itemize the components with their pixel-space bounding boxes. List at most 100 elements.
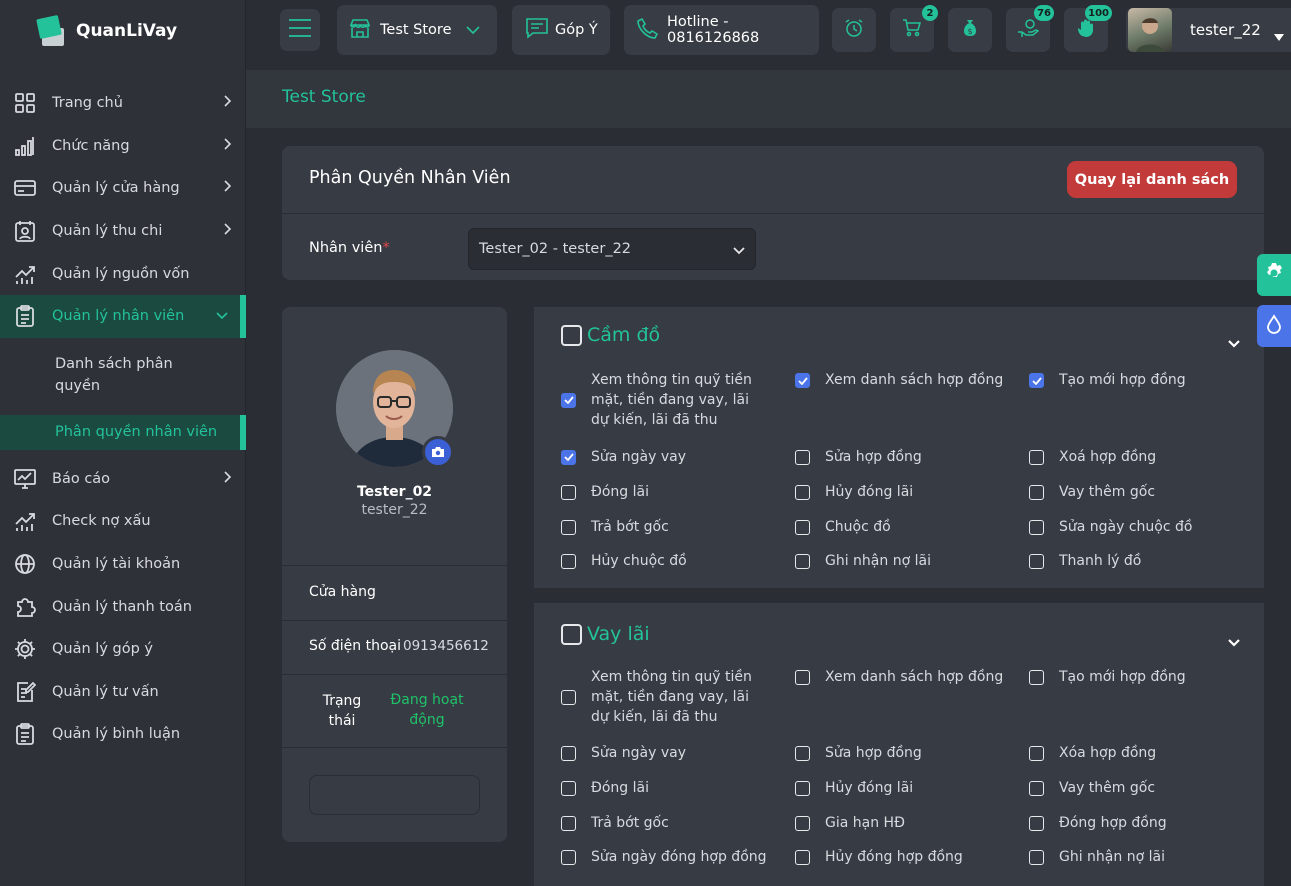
permission-label: Sửa ngày đóng hợp đồng	[591, 849, 767, 865]
permission-checkbox[interactable]	[795, 780, 810, 796]
permission-item[interactable]: Sửa ngày đóng hợp đồng	[561, 847, 771, 867]
permission-checkbox[interactable]	[795, 553, 810, 569]
permission-checkbox[interactable]	[1029, 553, 1044, 569]
permission-checkbox[interactable]	[1029, 670, 1044, 685]
permission-checkbox[interactable]	[561, 689, 576, 705]
permission-item[interactable]: Xem danh sách hợp đồng	[795, 370, 1005, 390]
permission-checkbox[interactable]	[561, 745, 576, 761]
permission-item[interactable]: Xóa hợp đồng	[1029, 743, 1239, 763]
sidebar-item-stores[interactable]: Quản lý cửa hàng	[0, 167, 246, 210]
sidebar-item-accounts[interactable]: Quản lý tài khoản	[0, 543, 246, 586]
permission-checkbox[interactable]	[795, 745, 810, 761]
sidebar-item-bad-debt[interactable]: Check nợ xấu	[0, 500, 246, 543]
section-select-all-checkbox[interactable]	[561, 623, 582, 645]
app-logo[interactable]: QuanLiVay	[36, 14, 177, 48]
permission-checkbox[interactable]	[1029, 780, 1044, 796]
permission-checkbox[interactable]	[795, 670, 810, 685]
permission-checkbox[interactable]	[561, 849, 576, 865]
permission-item[interactable]: Đóng hợp đồng	[1029, 813, 1239, 833]
permission-checkbox[interactable]	[795, 373, 810, 388]
permission-item[interactable]: Trả bớt gốc	[561, 517, 771, 537]
permission-item[interactable]: Vay thêm gốc	[1029, 778, 1239, 798]
sidebar-item-payments[interactable]: Quản lý thanh toán	[0, 585, 246, 628]
permission-item[interactable]: Xoá hợp đồng	[1029, 447, 1239, 467]
permission-checkbox[interactable]	[1029, 449, 1044, 465]
settings-tab[interactable]	[1257, 254, 1291, 296]
permission-checkbox[interactable]	[795, 519, 810, 535]
sidebar-item-label: Báo cáo	[52, 470, 111, 487]
permission-checkbox[interactable]	[1029, 815, 1044, 831]
breadcrumb-store[interactable]: Test Store	[282, 87, 366, 107]
change-photo-button[interactable]	[422, 436, 454, 468]
sidebar-item-reports[interactable]: Báo cáo	[0, 458, 246, 501]
permission-item[interactable]: Vay thêm gốc	[1029, 482, 1239, 502]
permission-item[interactable]: Sửa ngày chuộc đồ	[1029, 517, 1239, 537]
permission-label: Ghi nhận nợ lãi	[825, 553, 931, 569]
chevron-down-icon[interactable]	[1228, 333, 1240, 352]
sidebar-item-comments[interactable]: Quản lý bình luận	[0, 713, 246, 756]
permission-checkbox[interactable]	[795, 849, 810, 865]
permission-checkbox[interactable]	[561, 815, 576, 831]
permission-item[interactable]: Hủy đóng lãi	[795, 778, 1005, 798]
permission-checkbox[interactable]	[1029, 519, 1044, 535]
permission-label: Xoá hợp đồng	[1059, 449, 1157, 465]
money-hand-button[interactable]: 76	[1006, 5, 1054, 52]
user-menu[interactable]: tester_22	[1126, 8, 1291, 52]
permission-item[interactable]: Hủy đóng hợp đồng	[795, 847, 1005, 867]
permission-item[interactable]: Tạo mới hợp đồng	[1029, 667, 1239, 687]
permission-item[interactable]: Sửa hợp đồng	[795, 743, 1005, 763]
permission-label: Ghi nhận nợ lãi	[1059, 849, 1165, 865]
permission-item[interactable]: Sửa hợp đồng	[795, 447, 1005, 467]
sidebar-item-feedback[interactable]: Quản lý góp ý	[0, 628, 246, 671]
permission-item[interactable]: Xem thông tin quỹ tiền mặt, tiền đang va…	[561, 370, 771, 430]
chevron-down-icon[interactable]	[1228, 632, 1240, 651]
permission-checkbox[interactable]	[1029, 484, 1044, 500]
permission-checkbox[interactable]	[1029, 745, 1044, 761]
theme-tab[interactable]	[1257, 305, 1291, 347]
permission-checkbox[interactable]	[561, 519, 576, 535]
sidebar-item-capital[interactable]: Quản lý nguồn vốn	[0, 252, 246, 295]
permission-item[interactable]: Ghi nhận nợ lãi	[795, 551, 1005, 571]
permission-checkbox[interactable]	[561, 484, 576, 500]
permission-item[interactable]: Sửa ngày vay	[561, 447, 771, 467]
sidebar-item-staff[interactable]: Quản lý nhân viên	[0, 294, 246, 338]
employee-select[interactable]: Tester_02 - tester_22	[468, 228, 756, 270]
permission-item[interactable]: Hủy chuộc đồ	[561, 551, 771, 571]
sidebar-item-functions[interactable]: Chức năng	[0, 125, 246, 168]
permission-item[interactable]: Tạo mới hợp đồng	[1029, 370, 1239, 390]
permission-checkbox[interactable]	[561, 553, 576, 569]
permission-item[interactable]: Xem danh sách hợp đồng	[795, 667, 1005, 687]
sidebar-subitem-permission-list[interactable]: Danh sách phân quyền	[0, 338, 246, 415]
permission-checkbox[interactable]	[561, 449, 576, 465]
permission-item[interactable]: Xem thông tin quỹ tiền mặt, tiền đang va…	[561, 667, 771, 727]
permission-item[interactable]: Sửa ngày vay	[561, 743, 771, 763]
sidebar-item-home[interactable]: Trang chủ	[0, 82, 246, 125]
permission-checkbox[interactable]	[795, 449, 810, 465]
status-badge: Đang hoạt động	[390, 692, 464, 728]
profile-input[interactable]	[309, 775, 480, 815]
sidebar-item-income-expense[interactable]: Quản lý thu chi	[0, 210, 246, 253]
permission-item[interactable]: Đóng lãi	[561, 778, 771, 798]
permission-item[interactable]: Đóng lãi	[561, 482, 771, 502]
permission-checkbox[interactable]	[561, 392, 576, 408]
profile-card: Tester_02 tester_22 Cửa hàng Số điện tho…	[282, 307, 507, 842]
sidebar-subitem-staff-permission[interactable]: Phân quyền nhân viên	[0, 414, 246, 450]
hand-button[interactable]: 100	[1064, 5, 1112, 52]
permission-item[interactable]: Ghi nhận nợ lãi	[1029, 847, 1239, 867]
permission-checkbox[interactable]	[561, 780, 576, 796]
permission-checkbox[interactable]	[1029, 849, 1044, 865]
permission-item[interactable]: Hủy đóng lãi	[795, 482, 1005, 502]
permission-item[interactable]: Trả bớt gốc	[561, 813, 771, 833]
clipboard-icon	[13, 722, 37, 746]
permission-checkbox[interactable]	[795, 484, 810, 500]
divider	[282, 674, 507, 675]
back-to-list-button[interactable]: Quay lại danh sách	[1067, 161, 1237, 198]
permission-checkbox[interactable]	[1029, 373, 1044, 388]
section-select-all-checkbox[interactable]	[561, 324, 582, 346]
sidebar-item-consulting[interactable]: Quản lý tư vấn	[0, 671, 246, 714]
permission-item[interactable]: Chuộc đồ	[795, 517, 1005, 537]
permission-checkbox[interactable]	[795, 815, 810, 831]
permission-item[interactable]: Thanh lý đồ	[1029, 551, 1239, 571]
permission-item[interactable]: Gia hạn HĐ	[795, 813, 1005, 833]
cart-button[interactable]: 2	[890, 5, 938, 52]
